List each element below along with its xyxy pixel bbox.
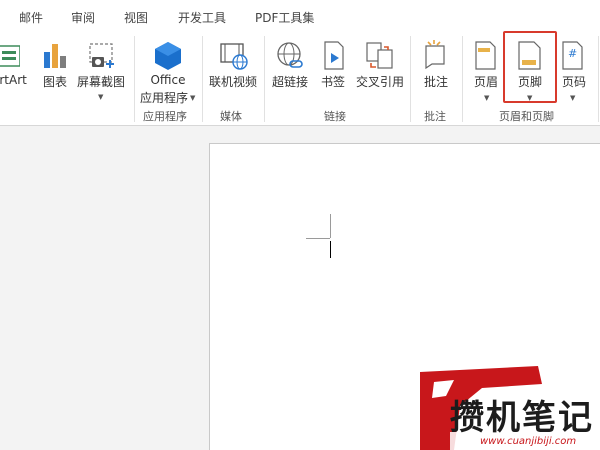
watermark-logo: 攒机笔记 www.cuanjibiji.com [420,366,600,450]
page-number-icon: # [562,41,583,70]
office-apps-button[interactable]: Office 应用程序 ▼ [136,36,200,106]
comment-icon [425,40,445,70]
footer-highlight-box [503,31,557,103]
office-apps-label-line2: 应用程序 [139,91,188,105]
header-icon [475,41,496,70]
chevron-down-icon: ▼ [484,94,490,102]
online-video-label: 联机视频 [208,75,257,89]
new-comment-button[interactable]: 批注 [414,36,458,106]
ribbon-tab-strip: 邮件 审阅 视图 开发工具 PDF工具集 [0,0,600,34]
tab-review[interactable]: 审阅 [71,9,95,26]
chart-icon [44,44,66,68]
text-cursor [330,241,331,258]
online-video-button[interactable]: 联机视频 [205,36,261,106]
cross-reference-label: 交叉引用 [355,75,404,89]
tab-mailings[interactable]: 邮件 [19,9,43,26]
bookmark-label: 书签 [320,75,345,89]
group-divider [202,36,203,122]
cross-reference-icon [366,42,393,69]
hyperlink-button[interactable]: 超链接 [268,36,312,106]
watermark-text: 攒机笔记 [450,398,594,438]
cross-reference-button[interactable]: 交叉引用 [352,36,408,106]
office-apps-label-line1: Office [150,73,186,87]
smartart-button[interactable]: artArt [0,36,36,106]
margin-crop-mark [306,238,330,239]
header-button[interactable]: 页眉 ▼ [466,36,506,106]
screenshot-button[interactable]: 屏幕截图 ▼ [74,36,128,106]
page-number-button[interactable]: # 页码 ▼ [554,36,594,106]
globe-link-icon [277,42,303,68]
office-apps-icon [155,42,181,70]
hyperlink-label: 超链接 [271,75,308,89]
tab-pdf-tools[interactable]: PDF工具集 [255,9,314,26]
tab-developer[interactable]: 开发工具 [178,9,226,26]
screenshot-label: 屏幕截图 [76,75,125,89]
screenshot-icon [89,43,114,68]
comment-label: 批注 [423,75,448,89]
chevron-down-icon: ▼ [190,94,196,102]
group-divider [462,36,463,122]
group-divider [134,36,135,122]
smartart-label: artArt [0,73,27,87]
group-divider [264,36,265,122]
page-number-label: 页码 [561,75,586,89]
group-label-header-footer: 页眉和页脚 [499,110,554,123]
bookmark-icon [324,41,344,70]
header-label: 页眉 [473,75,498,89]
bookmark-button[interactable]: 书签 [316,36,350,106]
chevron-down-icon: ▼ [98,93,104,101]
group-label-media: 媒体 [220,110,242,123]
group-label-links: 链接 [324,110,346,123]
chart-button[interactable]: 图表 [38,36,72,106]
film-globe-icon [220,43,248,70]
group-label-comments: 批注 [424,110,446,123]
smartart-icon [0,45,20,67]
margin-crop-mark [330,214,331,238]
group-divider [410,36,411,122]
group-label-apps: 应用程序 [143,110,187,123]
svg-text:#: # [568,47,577,60]
group-divider [598,36,599,122]
tab-view[interactable]: 视图 [124,9,148,26]
chart-label: 图表 [42,75,67,89]
watermark-url: www.cuanjibiji.com [480,436,577,447]
chevron-down-icon: ▼ [570,94,576,102]
